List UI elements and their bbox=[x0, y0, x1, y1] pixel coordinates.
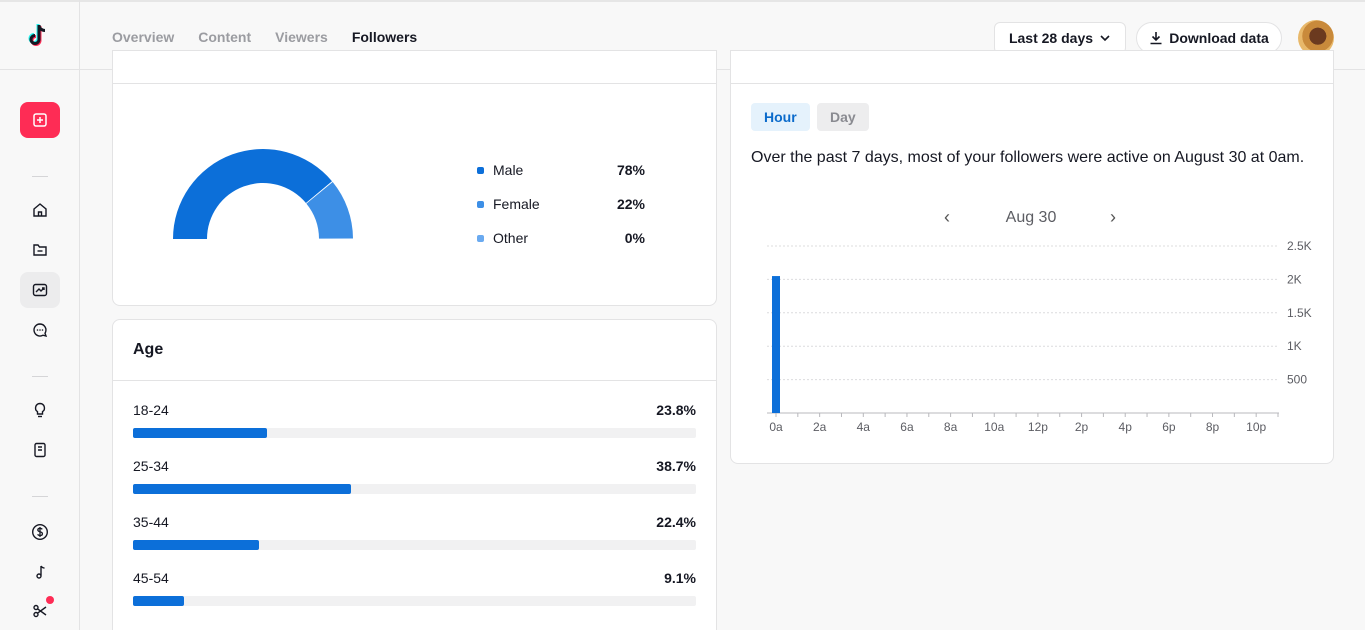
legend-label: Male bbox=[493, 162, 524, 178]
card-divider bbox=[113, 83, 716, 84]
sidebar-item-academy[interactable] bbox=[20, 432, 60, 468]
x-tick-label: 8p bbox=[1206, 420, 1220, 434]
gender-semi-donut-chart bbox=[173, 149, 353, 239]
x-tick-label: 2p bbox=[1075, 420, 1089, 434]
age-percent: 22.4% bbox=[656, 514, 696, 530]
x-tick-label: 6a bbox=[900, 420, 914, 434]
chevron-down-icon bbox=[1100, 35, 1110, 42]
activity-summary: Over the past 7 days, most of your follo… bbox=[751, 149, 1305, 166]
legend-item-male: Male 78% bbox=[477, 153, 645, 187]
download-icon bbox=[1150, 32, 1162, 45]
age-row-45-54: 45-54 9.1% bbox=[133, 570, 696, 610]
y-tick-label: 1.5K bbox=[1287, 306, 1312, 320]
legend-swatch-other bbox=[477, 234, 484, 242]
age-percent: 9.1% bbox=[664, 570, 696, 586]
age-row-18-24: 18-24 23.8% bbox=[133, 402, 696, 442]
age-bar-track bbox=[133, 484, 696, 494]
notification-dot bbox=[46, 596, 54, 604]
sidebar-item-tools[interactable] bbox=[20, 593, 60, 629]
x-tick-label: 4p bbox=[1119, 420, 1133, 434]
y-tick-label: 500 bbox=[1287, 373, 1307, 387]
age-label: 25-34 bbox=[133, 458, 169, 474]
selected-date: Aug 30 bbox=[1005, 209, 1057, 226]
y-tick-label: 2K bbox=[1287, 272, 1302, 286]
age-bar-track bbox=[133, 540, 696, 550]
x-tick-label: 6p bbox=[1162, 420, 1176, 434]
age-row-35-44: 35-44 22.4% bbox=[133, 514, 696, 554]
sidebar-item-analytics[interactable] bbox=[20, 272, 60, 308]
card-divider bbox=[731, 83, 1333, 84]
follower-activity-card: Hour Day Over the past 7 days, most of y… bbox=[730, 50, 1334, 464]
sidebar-item-inspiration[interactable] bbox=[20, 392, 60, 428]
date-range-label: Last 28 days bbox=[1008, 30, 1094, 46]
sidebar-separator bbox=[32, 496, 48, 497]
age-card: Age 18-24 23.8% 25-34 38.7% 35-44 22.4% … bbox=[112, 319, 717, 630]
age-bar-fill bbox=[133, 596, 185, 606]
x-tick-label: 10p bbox=[1246, 420, 1266, 434]
age-row-25-34: 25-34 38.7% bbox=[133, 458, 696, 498]
scissors-icon bbox=[33, 604, 47, 618]
age-percent: 23.8% bbox=[656, 402, 696, 418]
sidebar-item-monetization[interactable] bbox=[20, 514, 60, 550]
analytics-icon bbox=[32, 283, 48, 297]
sidebar-separator bbox=[32, 176, 48, 177]
x-tick-label: 2a bbox=[813, 420, 827, 434]
tiktok-logo-icon[interactable] bbox=[26, 22, 52, 50]
legend-label: Female bbox=[493, 196, 540, 212]
sidebar-item-comments[interactable] bbox=[20, 312, 60, 348]
upload-button[interactable] bbox=[20, 102, 60, 138]
age-label: 35-44 bbox=[133, 514, 169, 530]
book-icon bbox=[34, 442, 46, 458]
age-bar-fill bbox=[133, 484, 351, 494]
age-bar-fill bbox=[133, 428, 267, 438]
gender-card: Male 78% Female 22% Other 0% bbox=[112, 50, 717, 306]
legend-swatch-male bbox=[477, 166, 484, 174]
chevron-right-icon[interactable]: › bbox=[1110, 207, 1116, 228]
age-bar-track bbox=[133, 596, 696, 606]
sidebar-separator bbox=[32, 376, 48, 377]
legend-value: 22% bbox=[616, 196, 645, 212]
card-divider bbox=[113, 380, 716, 381]
legend-swatch-female bbox=[477, 200, 484, 208]
legend-label: Other bbox=[493, 230, 529, 246]
x-tick-label: 12p bbox=[1028, 420, 1048, 434]
gender-legend: Male 78% Female 22% Other 0% bbox=[477, 153, 645, 255]
legend-item-other: Other 0% bbox=[477, 221, 645, 255]
age-title: Age bbox=[133, 341, 164, 358]
plus-square-icon bbox=[33, 113, 47, 127]
download-label: Download data bbox=[1169, 30, 1269, 46]
chevron-left-icon[interactable]: ‹ bbox=[944, 207, 950, 228]
day-toggle[interactable]: Day bbox=[817, 103, 869, 131]
hourly-activity-chart: 500 1K 1.5K 2K 2.5K 0a 2a 4a 6a 8a 10a 12p 2p 4p 6p 8p 1… bbox=[767, 241, 1312, 434]
music-note-icon bbox=[36, 565, 45, 579]
age-percent: 38.7% bbox=[656, 458, 696, 474]
y-tick-label: 2.5K bbox=[1287, 241, 1312, 253]
comment-icon bbox=[33, 323, 48, 338]
lightbulb-icon bbox=[34, 402, 46, 418]
dollar-icon bbox=[31, 523, 49, 541]
home-icon bbox=[33, 203, 47, 217]
legend-value: 78% bbox=[616, 162, 645, 178]
x-tick-label: 0a bbox=[769, 420, 783, 434]
x-tick-label: 8a bbox=[944, 420, 958, 434]
age-label: 45-54 bbox=[133, 570, 169, 586]
sidebar-item-posts[interactable] bbox=[20, 232, 60, 268]
y-tick-label: 1K bbox=[1287, 339, 1302, 353]
legend-value: 0% bbox=[624, 230, 645, 246]
x-tick-label: 4a bbox=[857, 420, 871, 434]
x-tick-label: 10a bbox=[984, 420, 1004, 434]
bar-0a[interactable] bbox=[772, 276, 780, 413]
hour-toggle[interactable]: Hour bbox=[751, 103, 810, 131]
age-bar-track bbox=[133, 428, 696, 438]
age-label: 18-24 bbox=[133, 402, 169, 418]
folder-icon bbox=[33, 244, 47, 256]
sidebar-item-home[interactable] bbox=[20, 192, 60, 228]
donut-slice-male bbox=[173, 149, 333, 239]
sidebar-divider bbox=[79, 0, 80, 630]
legend-item-female: Female 22% bbox=[477, 187, 645, 221]
age-bar-fill bbox=[133, 540, 260, 550]
sidebar-item-sounds[interactable] bbox=[20, 554, 60, 590]
sidebar bbox=[0, 70, 79, 630]
